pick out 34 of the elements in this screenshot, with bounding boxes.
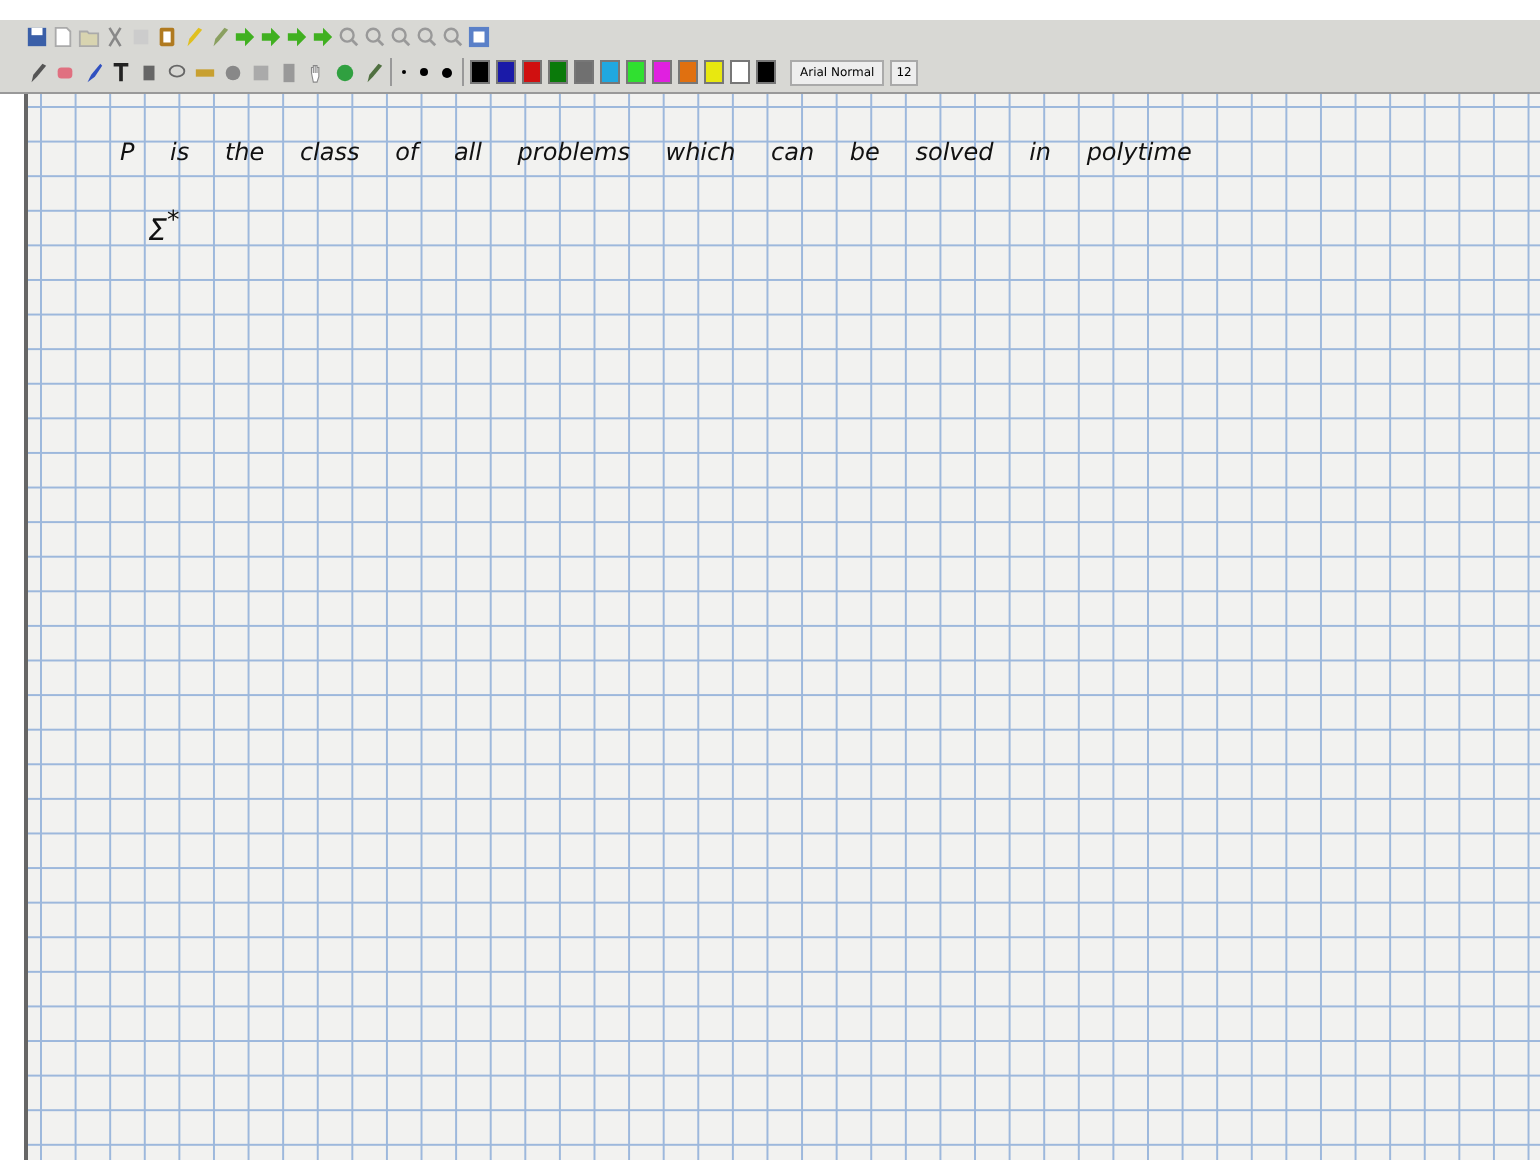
color-swatch[interactable] xyxy=(652,60,672,84)
text-tool-icon[interactable] xyxy=(110,61,132,83)
color-swatch[interactable] xyxy=(574,60,594,84)
arrow-icon[interactable] xyxy=(260,25,282,47)
pen-width-icon[interactable] xyxy=(442,67,452,77)
color-swatch[interactable] xyxy=(600,60,620,84)
color-swatch[interactable] xyxy=(678,60,698,84)
color-swatch[interactable] xyxy=(548,60,568,84)
save-icon[interactable] xyxy=(26,25,48,47)
magnifier-icon[interactable] xyxy=(416,25,438,47)
highlighter-icon[interactable] xyxy=(82,61,104,83)
pen-width-icon[interactable] xyxy=(420,68,428,76)
scissors-icon[interactable] xyxy=(104,25,126,47)
pen-icon[interactable] xyxy=(208,25,230,47)
handwritten-text: Σ$^{*}$ xyxy=(148,204,180,248)
color-swatch[interactable] xyxy=(522,60,542,84)
arrow-icon[interactable] xyxy=(286,25,308,47)
folder-icon[interactable] xyxy=(78,25,100,47)
magnifier-icon[interactable] xyxy=(442,25,464,47)
color-swatch[interactable] xyxy=(626,60,646,84)
color-swatch[interactable] xyxy=(496,60,516,84)
color-swatch[interactable] xyxy=(704,60,724,84)
pencil-icon[interactable] xyxy=(26,61,48,83)
clipboard-icon[interactable] xyxy=(156,25,178,47)
magnifier-icon[interactable] xyxy=(364,25,386,47)
magnifier-icon[interactable] xyxy=(338,25,360,47)
arrow-icon[interactable] xyxy=(234,25,256,47)
arrow-icon[interactable] xyxy=(312,25,334,47)
color-swatch[interactable] xyxy=(730,60,750,84)
color-swatch[interactable] xyxy=(470,60,490,84)
color-swatch[interactable] xyxy=(756,60,776,84)
pen-icon[interactable] xyxy=(362,61,384,83)
handwritten-text: P is the class of all problems which can be solved in polytime xyxy=(120,138,1192,166)
magnifier-icon[interactable] xyxy=(390,25,412,47)
